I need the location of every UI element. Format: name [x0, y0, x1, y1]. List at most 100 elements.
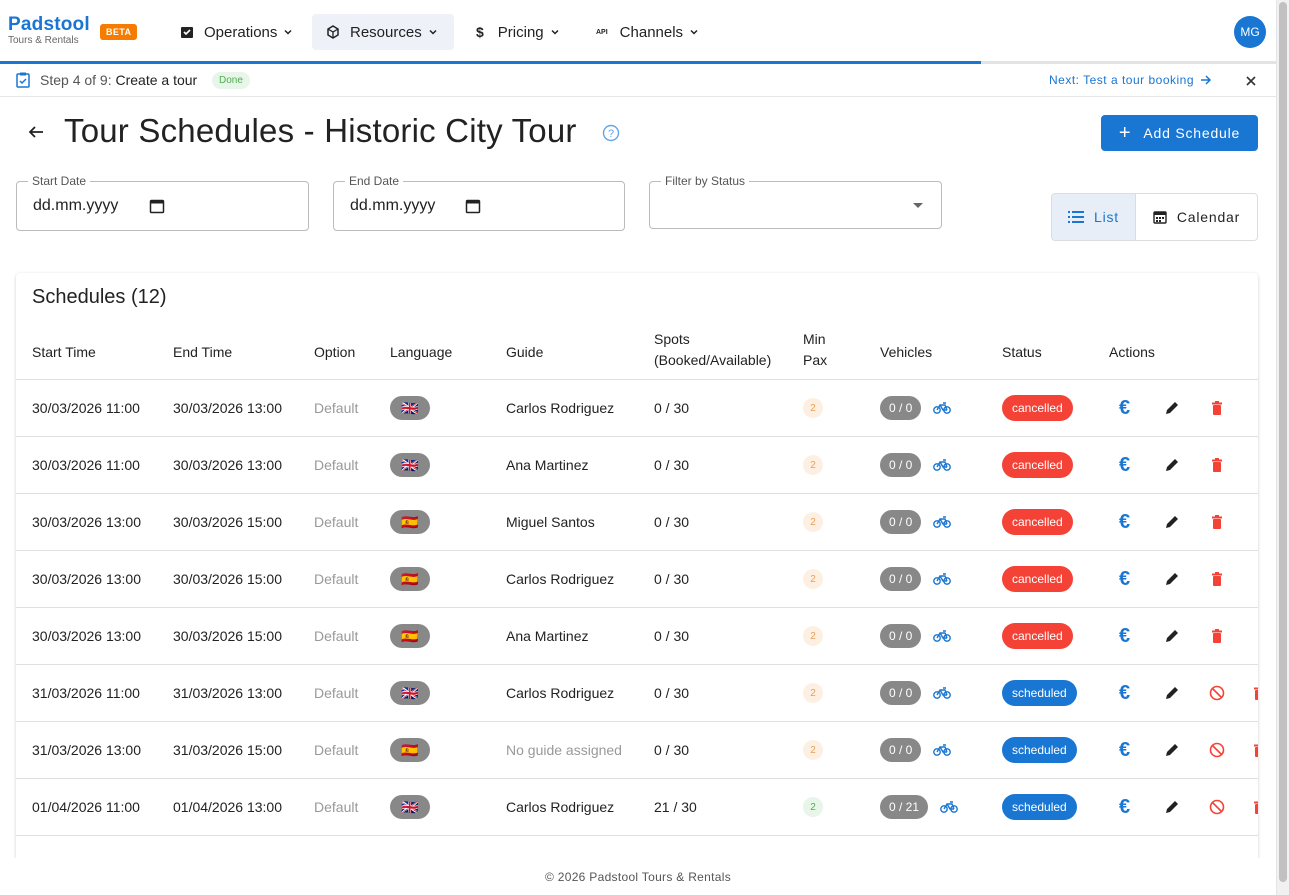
min-pax-badge: 2	[803, 626, 823, 646]
delete-button[interactable]	[1211, 608, 1223, 664]
calendar-icon[interactable]	[465, 198, 481, 214]
pricing-euro-icon[interactable]: €	[1119, 665, 1130, 721]
cell-min-pax: 2	[803, 437, 823, 493]
cell-guide: Carlos Rodriguez	[506, 571, 615, 587]
cancel-schedule-icon[interactable]	[1209, 685, 1225, 701]
pricing-euro-icon[interactable]: €	[1119, 779, 1130, 835]
back-arrow-icon[interactable]	[28, 124, 44, 140]
plus-icon: +	[1118, 121, 1132, 144]
add-schedule-button[interactable]: + Add Schedule	[1101, 115, 1258, 151]
bicycle-icon[interactable]	[933, 402, 952, 414]
pricing-euro-icon[interactable]: €	[1119, 380, 1130, 436]
bicycle-icon[interactable]	[933, 744, 952, 756]
edit-button[interactable]	[1165, 437, 1179, 493]
user-avatar[interactable]: MG	[1234, 16, 1266, 48]
edit-button[interactable]	[1165, 494, 1179, 550]
table-row[interactable]: 31/03/2026 13:00 31/03/2026 15:00 Default 🇪…	[16, 722, 1258, 779]
delete-icon[interactable]	[1254, 686, 1258, 700]
nav-channels[interactable]: API Channels	[582, 14, 713, 50]
cell-spots: 21 / 30	[654, 799, 697, 815]
cell-vehicles: 0 / 0	[880, 380, 952, 436]
cell-vehicles: 0 / 0	[880, 551, 952, 607]
pricing-euro-icon[interactable]: €	[1119, 551, 1130, 607]
calendar-view-button[interactable]: Calendar	[1136, 194, 1257, 240]
page-scrollbar[interactable]	[1276, 0, 1289, 895]
bicycle-icon[interactable]	[933, 459, 952, 471]
delete-icon[interactable]	[1211, 401, 1223, 415]
delete-icon[interactable]	[1211, 458, 1223, 472]
delete-icon[interactable]	[1254, 743, 1258, 757]
delete-icon[interactable]	[1211, 629, 1223, 643]
app-name: Padstool	[8, 14, 90, 35]
bicycle-icon[interactable]	[933, 687, 952, 699]
cell-end-time: 01/04/2026 13:00	[173, 799, 282, 815]
delete-button[interactable]	[1211, 551, 1223, 607]
pricing-euro-icon[interactable]: €	[1119, 722, 1130, 778]
delete-button[interactable]	[1254, 779, 1258, 835]
edit-button[interactable]	[1165, 665, 1179, 721]
col-start-time: Start Time	[32, 344, 96, 360]
edit-icon[interactable]	[1165, 515, 1179, 529]
table-row[interactable]: 31/03/2026 11:00 31/03/2026 13:00 Default 🇬…	[16, 665, 1258, 722]
bicycle-icon[interactable]	[933, 516, 952, 528]
cancel-schedule-button[interactable]	[1209, 779, 1225, 835]
delete-icon[interactable]	[1254, 800, 1258, 814]
edit-button[interactable]	[1165, 380, 1179, 436]
help-icon[interactable]: ?	[602, 124, 620, 142]
nav-pricing[interactable]: $ Pricing	[462, 14, 574, 50]
cell-spots: 0 / 30	[654, 514, 690, 530]
table-row[interactable]: 30/03/2026 13:00 30/03/2026 15:00 Default 🇪…	[16, 551, 1258, 608]
edit-icon[interactable]	[1165, 572, 1179, 586]
start-date-field[interactable]: Start Date dd.mm.yyyy	[16, 174, 309, 231]
delete-icon[interactable]	[1211, 572, 1223, 586]
delete-icon[interactable]	[1211, 515, 1223, 529]
scrollbar-thumb[interactable]	[1279, 2, 1287, 882]
bicycle-icon[interactable]	[940, 801, 958, 813]
table-row[interactable]: 30/03/2026 13:00 30/03/2026 15:00 Default 🇪…	[16, 608, 1258, 665]
pricing-euro-icon[interactable]: €	[1119, 494, 1130, 550]
nav-operations-label: Operations	[204, 23, 278, 41]
edit-icon[interactable]	[1165, 629, 1179, 643]
nav-operations[interactable]: Operations	[166, 14, 307, 50]
close-icon[interactable]	[1245, 75, 1257, 87]
edit-button[interactable]	[1165, 722, 1179, 778]
table-row[interactable]: 30/03/2026 11:00 30/03/2026 13:00 Default 🇬…	[16, 437, 1258, 494]
table-row[interactable]: 30/03/2026 11:00 30/03/2026 13:00 Default 🇬…	[16, 380, 1258, 437]
status-filter-select[interactable]: Filter by Status	[649, 174, 942, 229]
pricing-euro-icon[interactable]: €	[1119, 608, 1130, 664]
bicycle-icon[interactable]	[933, 573, 952, 585]
edit-button[interactable]	[1165, 608, 1179, 664]
end-date-input[interactable]: dd.mm.yyyy	[350, 197, 435, 215]
delete-button[interactable]	[1211, 494, 1223, 550]
cell-start-time: 31/03/2026 13:00	[32, 742, 141, 758]
delete-button[interactable]	[1254, 665, 1258, 721]
list-view-button[interactable]: List	[1052, 194, 1136, 240]
calendar-icon[interactable]	[149, 198, 165, 214]
cancel-schedule-button[interactable]	[1209, 665, 1225, 721]
edit-icon[interactable]	[1165, 401, 1179, 415]
delete-button[interactable]	[1254, 722, 1258, 778]
edit-button[interactable]	[1165, 779, 1179, 835]
edit-icon[interactable]	[1165, 743, 1179, 757]
nav-resources[interactable]: Resources	[312, 14, 454, 50]
arrow-right-icon	[1201, 75, 1212, 85]
cell-start-time: 30/03/2026 13:00	[32, 628, 141, 644]
start-date-input[interactable]: dd.mm.yyyy	[33, 197, 118, 215]
end-date-label: End Date	[345, 174, 404, 188]
app-logo[interactable]: Padstool Tours & Rentals	[8, 14, 90, 46]
edit-icon[interactable]	[1165, 458, 1179, 472]
edit-icon[interactable]	[1165, 800, 1179, 814]
pricing-euro-icon[interactable]: €	[1119, 437, 1130, 493]
table-row[interactable]: 01/04/2026 11:00 01/04/2026 13:00 Default 🇬…	[16, 779, 1258, 836]
cancel-schedule-icon[interactable]	[1209, 742, 1225, 758]
table-row[interactable]: 30/03/2026 13:00 30/03/2026 15:00 Default 🇪…	[16, 494, 1258, 551]
end-date-field[interactable]: End Date dd.mm.yyyy	[333, 174, 625, 231]
bicycle-icon[interactable]	[933, 630, 952, 642]
edit-icon[interactable]	[1165, 686, 1179, 700]
delete-button[interactable]	[1211, 437, 1223, 493]
edit-button[interactable]	[1165, 551, 1179, 607]
cancel-schedule-button[interactable]	[1209, 722, 1225, 778]
next-step-link[interactable]: Next: Test a tour booking	[1049, 73, 1212, 87]
cancel-schedule-icon[interactable]	[1209, 799, 1225, 815]
delete-button[interactable]	[1211, 380, 1223, 436]
